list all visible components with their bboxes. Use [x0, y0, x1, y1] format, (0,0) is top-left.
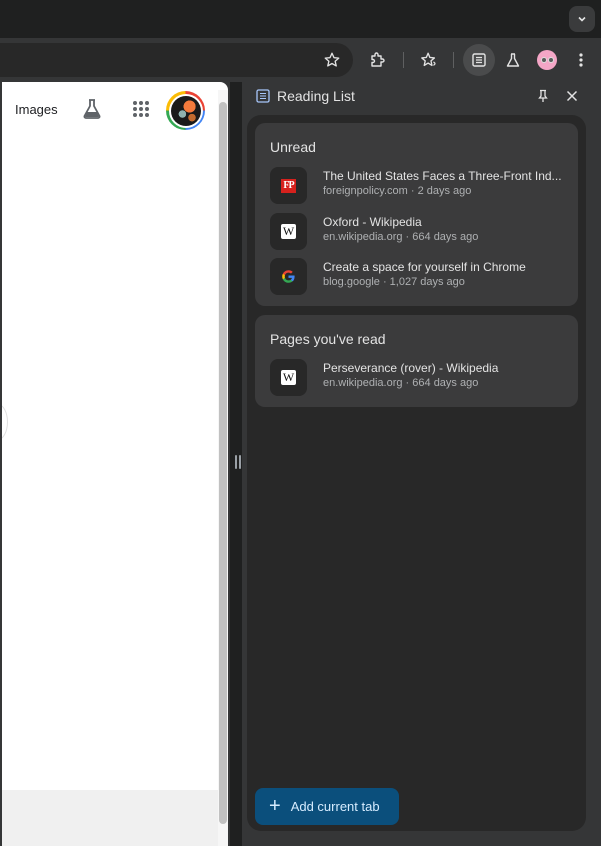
web-page: Images	[2, 82, 228, 846]
reading-list-item[interactable]: Create a space for yourself in Chrome bl…	[270, 258, 570, 296]
labs-flask-icon	[506, 53, 520, 67]
labs-button[interactable]	[497, 44, 529, 76]
reading-list-item[interactable]: FP The United States Faces a Three-Front…	[270, 167, 570, 205]
favicon: W	[270, 359, 307, 396]
item-meta: en.wikipedia.org · 664 days ago	[323, 377, 479, 389]
bookmark-star-icon[interactable]	[323, 51, 341, 69]
reading-list-side-panel: Reading List Unread FP The United States…	[242, 82, 601, 846]
side-panel-title: Reading List	[277, 88, 355, 104]
item-meta: foreignpolicy.com · 2 days ago	[323, 185, 472, 197]
add-current-tab-label: Add current tab	[290, 799, 380, 814]
foreign-policy-favicon-icon: FP	[281, 178, 296, 193]
address-bar[interactable]	[0, 43, 353, 77]
plus-icon: +	[269, 794, 281, 817]
google-account-avatar[interactable]	[166, 91, 205, 130]
side-panel-header: Reading List	[242, 82, 601, 110]
more-menu-icon	[579, 53, 583, 67]
toolbar-separator	[403, 52, 404, 68]
flask-icon[interactable]	[80, 97, 104, 121]
item-title: Create a space for yourself in Chrome	[323, 260, 526, 274]
reading-list-body: Unread FP The United States Faces a Thre…	[247, 115, 586, 831]
favicon: W	[270, 213, 307, 250]
scrollbar-thumb[interactable]	[219, 102, 227, 824]
item-meta: en.wikipedia.org · 664 days ago	[323, 231, 479, 243]
add-current-tab-button[interactable]: + Add current tab	[255, 788, 399, 825]
reading-list-item[interactable]: W Perseverance (rover) - Wikipedia en.wi…	[270, 359, 570, 397]
pin-icon[interactable]	[535, 88, 551, 104]
extensions-button[interactable]	[362, 44, 394, 76]
browser-toolbar	[0, 38, 601, 82]
item-title: The United States Faces a Three-Front In…	[323, 169, 562, 183]
reading-list-icon	[472, 53, 486, 67]
web-content-area: Images	[0, 82, 230, 846]
page-edge-element	[2, 404, 8, 440]
title-bar	[0, 0, 601, 38]
google-favicon-icon	[282, 270, 295, 283]
extensions-icon	[371, 52, 385, 67]
profile-avatar	[537, 50, 557, 70]
read-heading: Pages you've read	[270, 331, 386, 347]
favicon: FP	[270, 167, 307, 204]
item-title: Perseverance (rover) - Wikipedia	[323, 361, 499, 375]
bookmarks-button[interactable]	[413, 44, 445, 76]
read-section: Pages you've read W Perseverance (rover)…	[255, 315, 578, 407]
page-footer	[2, 790, 218, 846]
item-title: Oxford - Wikipedia	[323, 215, 422, 229]
side-panel-resize-handle[interactable]	[234, 455, 242, 471]
reading-list-item[interactable]: W Oxford - Wikipedia en.wikipedia.org · …	[270, 213, 570, 251]
reading-list-button[interactable]	[463, 44, 495, 76]
more-menu-button[interactable]	[565, 44, 597, 76]
favicon	[270, 258, 307, 295]
profile-button[interactable]	[531, 44, 563, 76]
toolbar-separator	[453, 52, 454, 68]
unread-heading: Unread	[270, 139, 316, 155]
close-icon[interactable]	[564, 88, 580, 104]
unread-section: Unread FP The United States Faces a Thre…	[255, 123, 578, 306]
apps-grid-icon[interactable]	[130, 98, 152, 120]
item-meta: blog.google · 1,027 days ago	[323, 276, 465, 288]
tab-search-button[interactable]	[569, 6, 595, 32]
scrollbar-track[interactable]	[218, 90, 228, 846]
reading-list-icon	[256, 89, 270, 103]
chevron-down-icon	[578, 16, 586, 22]
wikipedia-favicon-icon: W	[281, 370, 296, 385]
bookmarks-star-icon	[421, 52, 436, 67]
wikipedia-favicon-icon: W	[281, 224, 296, 239]
images-link[interactable]: Images	[15, 102, 58, 117]
